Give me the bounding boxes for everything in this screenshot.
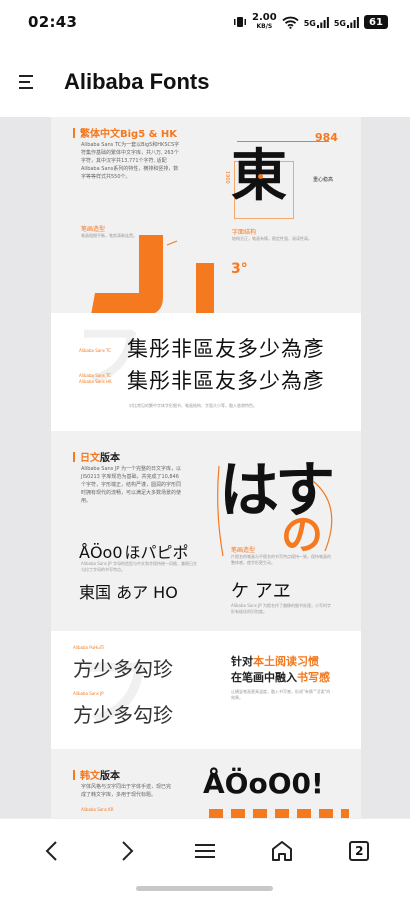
font-label: Alibaba PuHuiTi [73, 645, 105, 650]
menu-icon [19, 75, 33, 77]
signal-bars-icon [316, 16, 329, 28]
dimension-height: 1900 [224, 171, 230, 184]
sc-line-2: 方少多勾珍 [73, 703, 173, 727]
structure-desc: 结构方正，笔画有情，稳定性强，阅读性高。 [232, 236, 312, 241]
center-dot [258, 174, 263, 179]
font-label: Alibaba Sans KR [81, 807, 114, 812]
slogan-line-1: 针对本土阅读习惯 [231, 655, 319, 668]
jp-latin-row: ÅÖo0 ほパピポ [79, 543, 189, 562]
chevron-left-icon [45, 841, 57, 861]
battery-icon: 61 [364, 15, 388, 29]
font-label: Alibaba Sans TC [79, 373, 112, 378]
dimension-width: 984 [315, 131, 338, 144]
kr-latin-sample: ÅÖoO0! [203, 767, 324, 800]
section-title-jp: 日文版本 [73, 449, 120, 464]
signal-bars-icon [347, 16, 359, 28]
bottom-toolbar: 2 [0, 818, 410, 900]
jp-stroke-desc: 片假名的笔画与平假名的书写特点保持一致，保持笔画的整体感，使字形更生动。 [231, 554, 331, 565]
font-label: Alibaba Sans JP [73, 691, 104, 696]
image-viewer[interactable]: 繁体中文Big5 & HK Alibaba Sans TC为一套以Big5和HK… [0, 117, 410, 818]
kr-hangul-partial [209, 809, 349, 818]
section-kr: 韩文版本 字体风格与汉字同出于字体手迹，现已完成了韩文字库，多用于现代标题。 A… [51, 749, 361, 818]
jp-kana-desc: Alibaba Sans JP 为假名作了偏移的细节处理，小写时字形有极佳的识别… [231, 603, 331, 614]
chevron-right-icon [122, 841, 134, 861]
section-title-big5: 繁体中文Big5 & HK [73, 125, 177, 140]
stroke-illustration [91, 235, 178, 315]
tc-line-2: 集彤非區友多少為彥 [127, 369, 325, 393]
menu-list-button[interactable] [183, 829, 227, 873]
signal-1: 5G [304, 16, 329, 28]
status-time: 02:43 [28, 13, 78, 31]
page-title: Alibaba Fonts [64, 69, 210, 94]
vibrate-icon [234, 17, 247, 27]
kr-description: 字体风格与汉字同出于字体手迹，现已完成了韩文字库，多用于现代标题。 [81, 784, 172, 798]
home-button[interactable] [260, 829, 304, 873]
jp-stroke-label: 笔画造型 [231, 547, 256, 554]
signal-2: 5G [334, 16, 359, 28]
home-indicator[interactable] [136, 886, 273, 891]
wifi-icon [282, 16, 299, 29]
tab-count-icon: 2 [349, 841, 370, 861]
menu-button[interactable] [0, 56, 52, 108]
section-title-kr: 韩文版本 [73, 767, 120, 782]
jp-description: Alibaba Sans JP 为一个完整的日文字库，以 JIS0213 字库规… [81, 466, 182, 504]
back-button[interactable] [29, 829, 73, 873]
slogan-desc: 让横竖笔画更具温度，融入书写感，形成"有情""活泼"的效果。 [231, 689, 331, 700]
font-label: Alibaba Sans TC [79, 348, 112, 353]
jp-row-2: 東国 あア HO [79, 583, 178, 602]
stroke-label: 笔画造型 [81, 226, 106, 233]
font-label: Alibaba Sans HK [79, 379, 112, 384]
tab-count: 2 [355, 844, 364, 858]
app-header: Alibaba Fonts [0, 52, 410, 112]
big5-description: Alibaba Sans TC为一套以Big5和HKSCS字符集作基础的繁体中文… [81, 142, 180, 180]
tc-footnote: 对比常见的繁中字体字形细节、笔画结构、字面大小等，融入香港特色。 [129, 403, 257, 408]
section-sc: フ Alibaba PuHuiTi 方少多勾珍 Alibaba Sans JP … [51, 631, 361, 749]
section-tc-sample: フ Alibaba Sans TC 集彤非區友多少為彥 Alibaba Sans… [51, 313, 361, 431]
list-icon [194, 844, 215, 858]
sc-line-1: 方少多勾珍 [73, 657, 173, 681]
weight-note: 重心稳高 [313, 177, 334, 183]
section-big5: 繁体中文Big5 & HK Alibaba Sans TC为一套以Big5和HK… [51, 117, 361, 315]
section-jp: 日文版本 Alibaba Sans JP 为一个完整的日文字库，以 JIS021… [51, 431, 361, 631]
tabs-button[interactable]: 2 [337, 829, 381, 873]
status-icons: 2.00 KB/S 5G 5G 61 [233, 13, 388, 31]
angle-label: 3° [231, 261, 248, 277]
stroke-bar [196, 263, 214, 313]
network-speed: 2.00 KB/S [252, 12, 277, 31]
tc-line-1: 集彤非區友多少為彥 [127, 337, 325, 361]
structure-label: 字面结构 [232, 229, 257, 236]
home-icon [272, 841, 293, 861]
slogan-line-2: 在笔画中融入书写感 [231, 671, 330, 684]
status-bar: 02:43 2.00 KB/S 5G 5G 61 [0, 0, 410, 44]
jp-latin-desc: Alibaba Sans JP 字母的造型与中文和字保持统一风格，兼顾日文与拉丁… [81, 561, 197, 572]
jp-kana-row: ケ アヱ [231, 581, 291, 602]
forward-button[interactable] [106, 829, 150, 873]
